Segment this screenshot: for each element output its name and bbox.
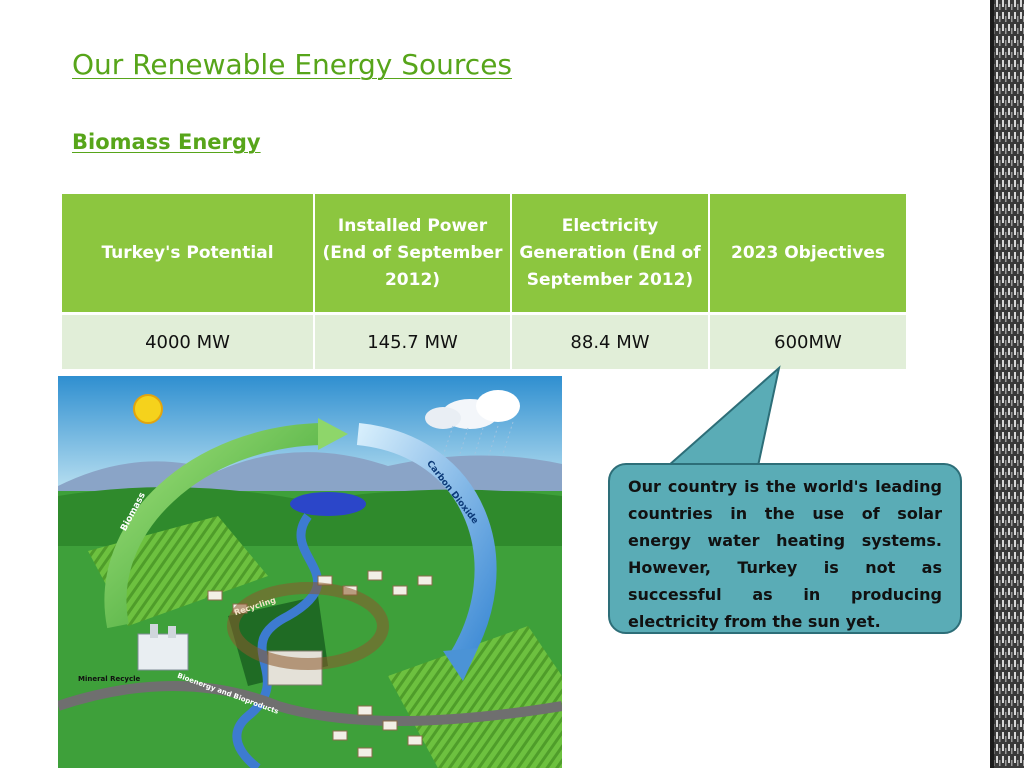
slide-title: Our Renewable Energy Sources (72, 48, 513, 81)
column-header: Installed Power (End of September 2012) (313, 192, 512, 315)
mineral-recycle-label: Mineral Recycle (78, 675, 141, 683)
biomass-energy-table: Turkey's Potential Installed Power (End … (60, 192, 908, 371)
table-cell: 88.4 MW (510, 312, 710, 371)
slide-subtitle: Biomass Energy (72, 130, 261, 154)
column-header: 2023 Objectives (708, 192, 908, 315)
biomass-cycle-illustration: Biomass Carbon Dioxide Recycling Mineral… (58, 376, 562, 768)
sun-icon (133, 394, 163, 424)
callout-box: Our country is the world's leading count… (608, 463, 962, 634)
lake (290, 492, 366, 516)
table-row: 4000 MW 145.7 MW 88.4 MW 600MW (60, 312, 908, 371)
table-cell: 4000 MW (60, 312, 315, 371)
table-cell: 600MW (708, 312, 908, 371)
table-cell: 145.7 MW (313, 312, 512, 371)
table-header-row: Turkey's Potential Installed Power (End … (60, 192, 908, 315)
callout-text: Our country is the world's leading count… (628, 477, 942, 631)
column-header: Turkey's Potential (60, 192, 315, 315)
decorative-right-border (978, 0, 1024, 768)
column-header: Electricity Generation (End of September… (510, 192, 710, 315)
